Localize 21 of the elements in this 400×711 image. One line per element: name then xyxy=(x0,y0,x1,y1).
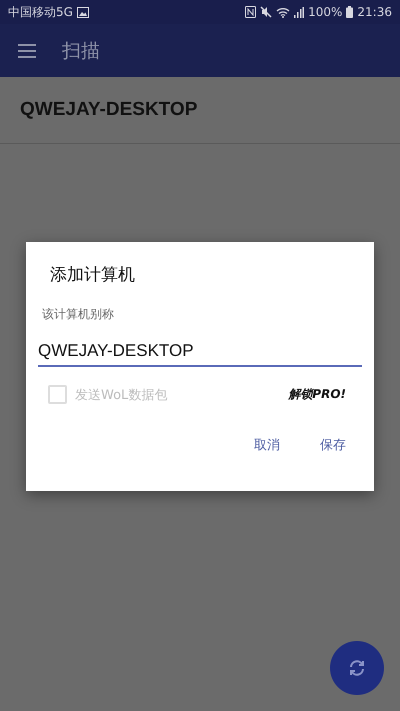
cancel-button[interactable]: 取消 xyxy=(238,428,296,462)
clock: 21:36 xyxy=(357,5,392,19)
nfc-icon xyxy=(245,6,256,18)
app-bar-title: 扫描 xyxy=(62,38,100,64)
image-icon xyxy=(76,6,89,18)
mute-icon xyxy=(260,6,272,18)
wifi-icon xyxy=(276,6,290,18)
checkbox-label: 发送WoL数据包 xyxy=(75,386,168,404)
refresh-icon xyxy=(348,659,366,677)
signal-icon xyxy=(294,6,304,18)
battery-percent: 100% xyxy=(308,5,342,19)
carrier-name: 中国移动5G xyxy=(8,4,73,20)
field-label: 该计算机别称 xyxy=(42,306,115,323)
computer-name[interactable]: QWEJAY-DESKTOP xyxy=(20,99,198,121)
refresh-button[interactable] xyxy=(330,641,384,695)
menu-icon[interactable] xyxy=(18,44,36,58)
unlock-pro-link[interactable]: 解锁PRO! xyxy=(288,386,346,403)
alias-field[interactable]: QWEJAY-DESKTOP xyxy=(38,337,362,367)
battery-icon xyxy=(346,6,354,18)
save-button[interactable]: 保存 xyxy=(304,428,362,462)
dialog-title: 添加计算机 xyxy=(50,264,136,286)
